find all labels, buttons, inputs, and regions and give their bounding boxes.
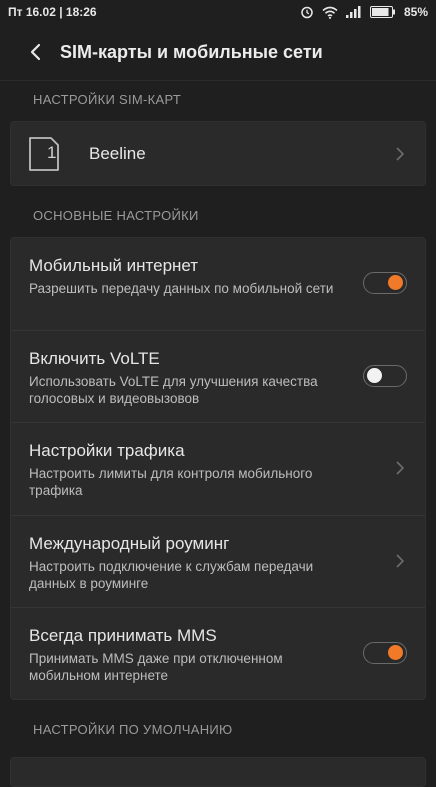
- setting-subtitle: Разрешить передачу данных по мобильной с…: [29, 281, 334, 296]
- setting-title: Включить VoLTE: [29, 348, 160, 368]
- toggle-knob: [388, 275, 403, 290]
- alarm-icon: [300, 5, 314, 19]
- battery-percent: 85%: [403, 5, 428, 19]
- mobile-internet-toggle[interactable]: [363, 272, 407, 294]
- setting-row-volte[interactable]: Включить VoLTE Использовать VoLTE для ул…: [11, 331, 425, 424]
- setting-subtitle: Настроить лимиты для контроля мобильного…: [29, 466, 313, 499]
- setting-subtitle: Использовать VoLTE для улучшения качеств…: [29, 373, 318, 406]
- wifi-icon: [322, 6, 338, 19]
- sim-slot-number: 1: [47, 143, 57, 162]
- section-label-sim: НАСТРОЙКИ SIM-КАРТ: [33, 92, 182, 107]
- app-header: SIM-карты и мобильные сети: [0, 24, 436, 80]
- chevron-right-icon: [393, 146, 407, 161]
- setting-title: Международный роуминг: [29, 533, 230, 553]
- sim-card-item[interactable]: 1 Beeline: [10, 121, 426, 186]
- setting-title: Настройки трафика: [29, 441, 185, 461]
- default-settings-card[interactable]: [10, 757, 426, 787]
- battery-icon: [369, 6, 396, 18]
- status-bar: Пт 16.02 | 18:26 85%: [0, 0, 436, 24]
- header-divider: [0, 80, 436, 81]
- page-title: SIM-карты и мобильные сети: [60, 41, 323, 62]
- status-datetime: Пт 16.02 | 18:26: [8, 5, 97, 19]
- back-arrow-icon: [30, 43, 41, 61]
- toggle-knob: [367, 367, 382, 383]
- back-button[interactable]: [24, 41, 46, 63]
- setting-row-traffic[interactable]: Настройки трафика Настроить лимиты для к…: [11, 423, 425, 516]
- mms-toggle[interactable]: [363, 642, 407, 665]
- chevron-right-icon: [393, 554, 407, 568]
- toggle-knob: [388, 645, 403, 661]
- volte-toggle[interactable]: [363, 364, 407, 387]
- status-icons: 85%: [300, 5, 428, 19]
- section-label-main: ОСНОВНЫЕ НАСТРОЙКИ: [33, 208, 199, 223]
- chevron-right-icon: [393, 461, 407, 475]
- setting-subtitle: Настроить подключение к службам передачи…: [29, 558, 314, 591]
- setting-row-roaming[interactable]: Международный роуминг Настроить подключе…: [11, 516, 425, 609]
- main-settings-card: Мобильный интернет Разрешить передачу да…: [10, 237, 426, 700]
- section-label-defaults: НАСТРОЙКИ ПО УМОЛЧАНИЮ: [33, 722, 233, 737]
- signal-icon: [345, 6, 362, 18]
- setting-subtitle: Принимать MMS даже при отключенном мобил…: [29, 651, 283, 684]
- sim-name: Beeline: [89, 143, 146, 163]
- setting-title: Мобильный интернет: [29, 256, 199, 275]
- setting-title: Всегда принимать MMS: [29, 626, 217, 646]
- setting-row-mms[interactable]: Всегда принимать MMS Принимать MMS даже …: [11, 608, 425, 701]
- setting-row-mobile-internet[interactable]: Мобильный интернет Разрешить передачу да…: [11, 238, 425, 331]
